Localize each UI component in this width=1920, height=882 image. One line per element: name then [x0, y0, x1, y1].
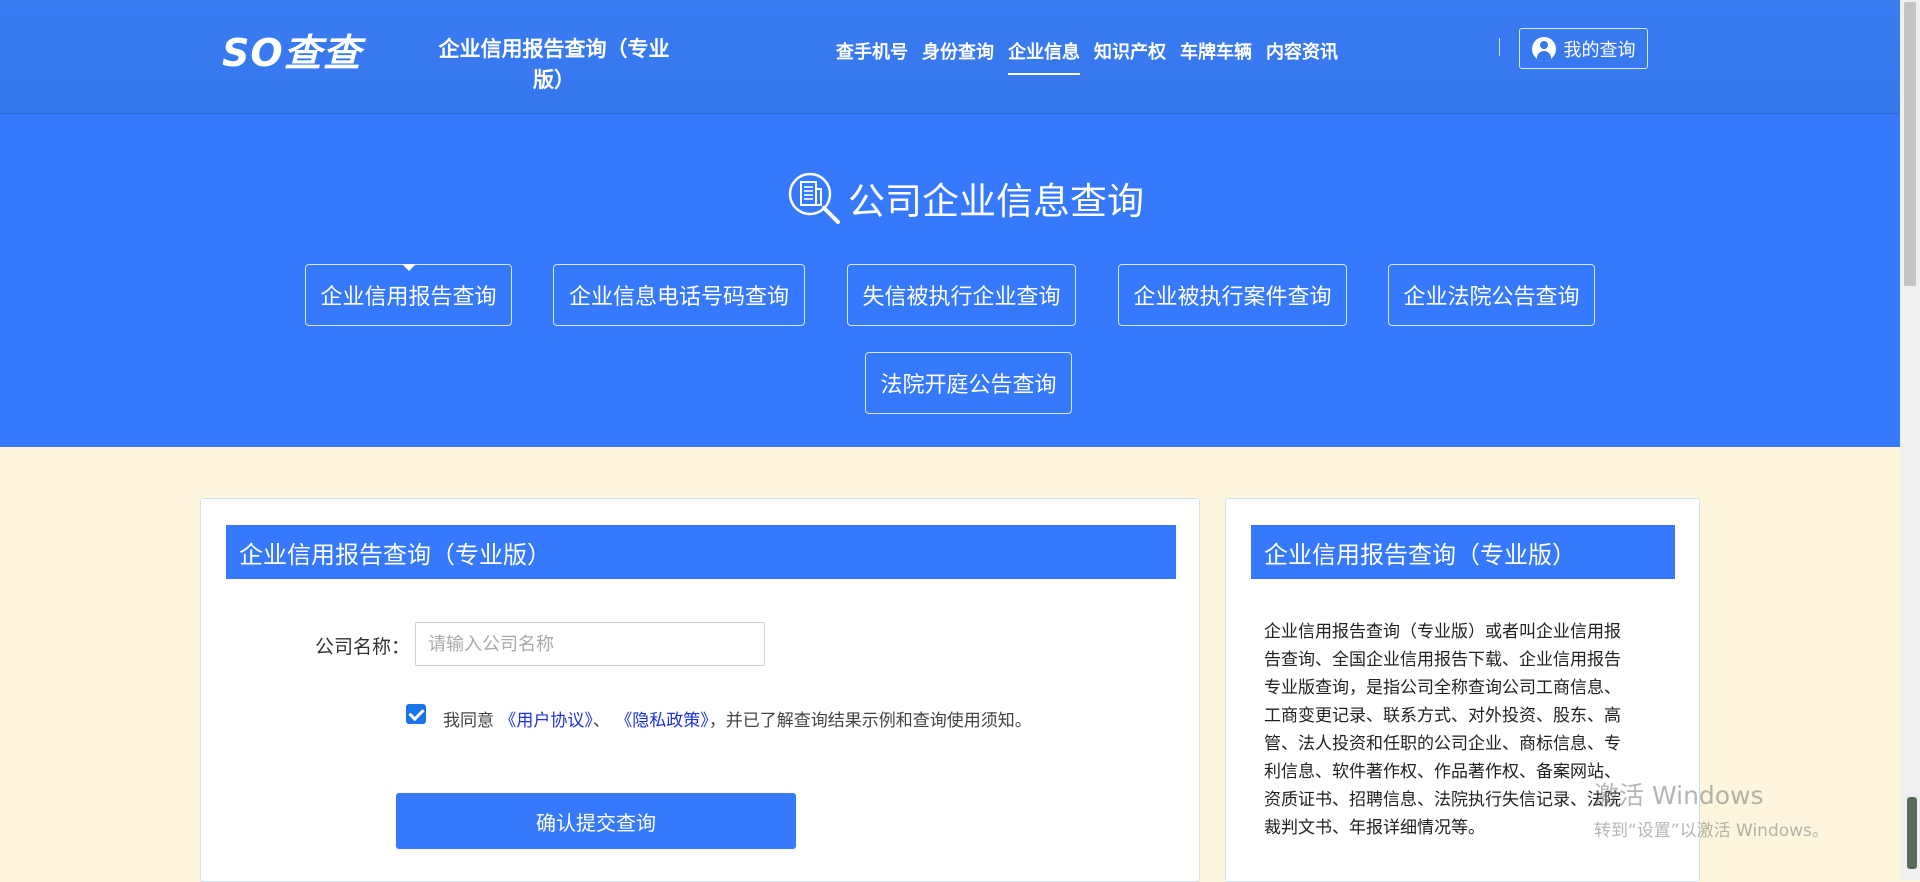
service-execution-cases[interactable]: 企业被执行案件查询 [1118, 264, 1347, 326]
watermark-line-1: 激活 Windows [1594, 781, 1764, 810]
user-icon [1531, 36, 1556, 61]
check-icon [407, 704, 425, 721]
agree-prefix: 我同意 [443, 711, 494, 731]
company-name-label: 公司名称： [315, 636, 411, 658]
company-name-input[interactable] [415, 622, 765, 666]
hero-banner: 公司企业信息查询 企业信用报告查询 企业信息电话号码查询 失信被执行企业查询 企… [0, 114, 1900, 447]
nav-item-company[interactable]: 企业信息 [1008, 38, 1080, 75]
user-agreement-link[interactable]: 《用户协议》 [499, 711, 593, 731]
nav-item-vehicle[interactable]: 车牌车辆 [1180, 38, 1252, 75]
hero-title: 公司企业信息查询 [848, 180, 1144, 223]
main-nav: 查手机号 身份查询 企业信息 知识产权 车牌车辆 内容资讯 [836, 38, 1338, 75]
logo-text: SO查查 [222, 30, 362, 75]
nav-item-ip[interactable]: 知识产权 [1094, 38, 1166, 75]
building-search-icon [788, 172, 840, 224]
service-company-phone[interactable]: 企业信息电话号码查询 [553, 264, 805, 326]
site-title: 企业信用报告查询（专业版） [438, 37, 670, 92]
agree-separator: 、 [592, 711, 610, 731]
my-query-label: 我的查询 [1563, 39, 1636, 61]
info-card-heading: 企业信用报告查询（专业版） [1251, 525, 1675, 579]
nav-divider [1499, 38, 1500, 56]
info-description: 企业信用报告查询（专业版）或者叫企业信用报告查询、全国企业信用报告下载、企业信用… [1264, 622, 1621, 838]
agree-suffix: ，并已了解查询结果示例和查询使用须知。 [708, 711, 1032, 731]
side-widget [1907, 797, 1917, 869]
service-dishonest-company[interactable]: 失信被执行企业查询 [847, 264, 1076, 326]
service-court-notice[interactable]: 企业法院公告查询 [1388, 264, 1595, 326]
submit-query-button[interactable]: 确认提交查询 [396, 793, 796, 849]
site-logo[interactable]: SO查查 [222, 28, 404, 75]
windows-watermark: 激活 Windows 转到“设置”以激活 Windows。 [1594, 776, 1829, 841]
hero-title-group: 公司企业信息查询 [786, 170, 1144, 226]
nav-item-identity[interactable]: 身份查询 [922, 38, 994, 75]
watermark-line-2: 转到“设置”以激活 Windows。 [1594, 821, 1829, 841]
agree-text: 我同意 《用户协议》、 《隐私政策》，并已了解查询结果示例和查询使用须知。 [443, 706, 1032, 731]
privacy-policy-link[interactable]: 《隐私政策》 [615, 711, 709, 731]
top-header: SO查查 企业信用报告查询（专业版） 查手机号 身份查询 企业信息 知识产权 车… [0, 0, 1900, 114]
form-card-heading: 企业信用报告查询（专业版） [226, 525, 1176, 579]
scrollbar-thumb[interactable] [1904, 2, 1916, 286]
page-scrollbar[interactable] [1900, 0, 1920, 880]
nav-item-news[interactable]: 内容资讯 [1266, 38, 1338, 75]
service-credit-report[interactable]: 企业信用报告查询 [305, 264, 512, 326]
agree-checkbox[interactable] [406, 704, 426, 724]
my-query-button[interactable]: 我的查询 [1519, 28, 1648, 69]
nav-item-phone[interactable]: 查手机号 [836, 38, 908, 75]
service-court-hearing[interactable]: 法院开庭公告查询 [865, 352, 1072, 414]
